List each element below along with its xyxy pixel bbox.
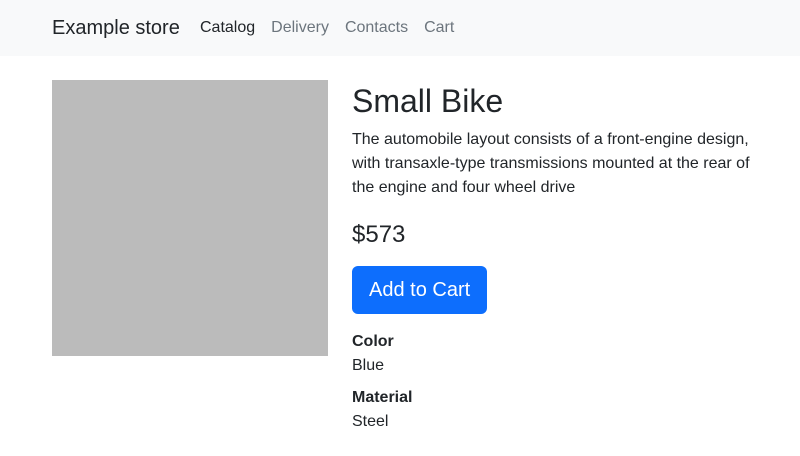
attribute-label: Color: [352, 333, 394, 350]
nav-link-catalog[interactable]: Catalog: [200, 18, 255, 38]
nav-link-cart[interactable]: Cart: [424, 18, 454, 38]
nav-links: Catalog Delivery Contacts Cart: [200, 18, 454, 38]
product-description: The automobile layout consists of a fron…: [352, 131, 750, 196]
product-image-placeholder: [52, 80, 328, 356]
attribute-value: Steel: [352, 413, 389, 430]
attribute-label: Material: [352, 389, 413, 406]
attribute-color: Color Blue: [352, 330, 762, 378]
add-to-cart-button[interactable]: Add to Cart: [352, 266, 488, 314]
navbar: Example store Catalog Delivery Contacts …: [0, 0, 800, 56]
attribute-material: Material Steel: [352, 386, 762, 434]
product-title: Small Bike: [352, 83, 504, 119]
product-info: Small Bike The automobile layout consist…: [352, 80, 762, 442]
nav-link-delivery[interactable]: Delivery: [271, 18, 329, 38]
product-attributes: Color Blue Material Steel: [352, 330, 762, 434]
product-price: $573: [352, 221, 406, 248]
brand-link[interactable]: Example store: [52, 16, 180, 40]
nav-link-contacts[interactable]: Contacts: [345, 18, 408, 38]
attribute-value: Blue: [352, 357, 385, 374]
